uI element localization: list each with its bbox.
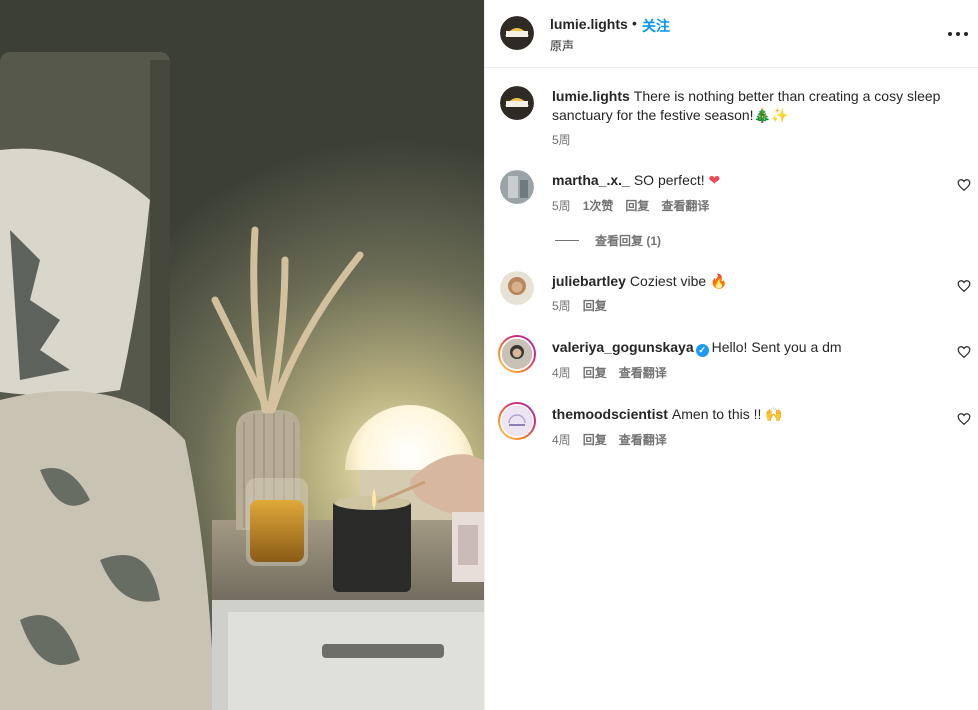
comment-username[interactable]: themoodscientist xyxy=(552,406,668,422)
follow-button[interactable]: 关注 xyxy=(642,16,670,36)
view-replies-button[interactable]: 查看回复 (1) xyxy=(555,232,661,249)
heart-outline-icon[interactable] xyxy=(957,345,971,359)
avatar-photo-icon xyxy=(500,271,534,305)
commenter-avatar[interactable] xyxy=(500,271,534,305)
story-ring[interactable] xyxy=(498,335,536,373)
comment-emoji: ❤ xyxy=(708,173,721,189)
avatar-logo-icon xyxy=(502,406,532,436)
caption-username[interactable]: lumie.lights xyxy=(552,88,630,104)
more-options-icon[interactable] xyxy=(946,22,970,46)
likes-count[interactable]: 1次赞 xyxy=(583,197,614,214)
post-header: lumie.lights • 关注 原声 xyxy=(485,0,978,68)
bedside-candle-photo xyxy=(0,0,484,710)
avatar-logo-icon xyxy=(500,86,534,120)
commenter-avatar[interactable] xyxy=(500,170,534,204)
translate-button[interactable]: 查看翻译 xyxy=(619,364,667,381)
replies-divider xyxy=(555,240,579,241)
reply-button[interactable]: 回复 xyxy=(625,197,649,214)
comment-text: Coziest vibe xyxy=(629,273,707,289)
audio-label[interactable]: 原声 xyxy=(550,37,574,54)
comment-text: SO perfect! xyxy=(633,172,705,188)
avatar-photo-icon xyxy=(502,339,532,369)
heart-outline-icon[interactable] xyxy=(957,279,971,293)
author-username[interactable]: lumie.lights xyxy=(550,16,628,32)
heart-outline-icon[interactable] xyxy=(957,178,971,192)
separator-dot: • xyxy=(632,15,637,31)
view-replies-label: 查看回复 (1) xyxy=(595,234,662,248)
comment-username[interactable]: valeriya_gogunskaya xyxy=(552,339,694,355)
reply-button[interactable]: 回复 xyxy=(583,297,607,314)
post-sidebar: lumie.lights • 关注 原声 lumie.lights There i… xyxy=(484,0,978,710)
reply-button[interactable]: 回复 xyxy=(583,364,607,381)
comment-username[interactable]: juliebartley xyxy=(552,273,626,289)
comment-text: Hello! Sent you a dm xyxy=(711,339,842,355)
comment-time[interactable]: 4周 xyxy=(552,364,571,381)
comment-time[interactable]: 5周 xyxy=(552,297,571,314)
story-ring[interactable] xyxy=(498,402,536,440)
post-photo[interactable] xyxy=(0,0,484,710)
comment-text: Amen to this !! xyxy=(671,406,762,422)
translate-button[interactable]: 查看翻译 xyxy=(661,197,709,214)
comment-emoji: 🙌 xyxy=(765,407,783,423)
reply-button[interactable]: 回复 xyxy=(583,431,607,448)
author-avatar[interactable] xyxy=(500,16,534,50)
avatar-logo-icon xyxy=(500,16,534,50)
author-avatar[interactable] xyxy=(500,86,534,120)
verified-badge-icon: ✓ xyxy=(695,344,709,357)
comment-emoji: 🔥 xyxy=(710,274,728,290)
caption-emoji: 🎄✨ xyxy=(753,108,789,124)
comment-time[interactable]: 5周 xyxy=(552,197,571,214)
comment-username[interactable]: martha_.x._ xyxy=(552,172,630,188)
translate-button[interactable]: 查看翻译 xyxy=(619,431,667,448)
heart-outline-icon[interactable] xyxy=(957,412,971,426)
avatar-photo-icon xyxy=(500,170,534,204)
caption-time[interactable]: 5周 xyxy=(552,131,571,148)
comment-time[interactable]: 4周 xyxy=(552,431,571,448)
